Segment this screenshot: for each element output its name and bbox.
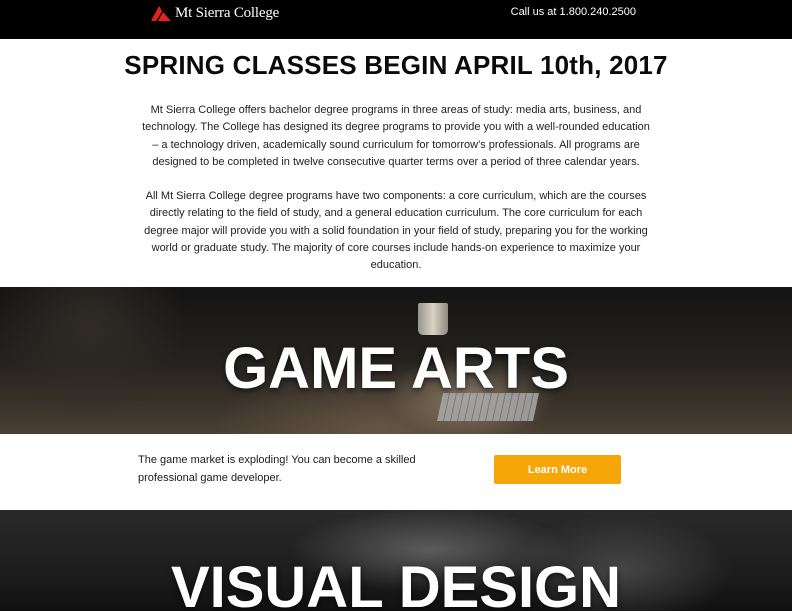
logo-text: Mt Sierra College <box>175 4 280 21</box>
phone-link[interactable]: Call us at 1.800.240.2500 <box>511 6 636 18</box>
intro-section: SPRING CLASSES BEGIN APRIL 10th, 2017 Mt… <box>0 39 792 287</box>
intro-paragraph-2: All Mt Sierra College degree programs ha… <box>144 190 648 272</box>
game-arts-title: GAME ARTS <box>223 336 569 401</box>
site-header: Mt Sierra College Call us at 1.800.240.2… <box>0 0 792 39</box>
game-arts-description: The game market is exploding! You can be… <box>138 454 416 484</box>
learn-more-button[interactable]: Learn More <box>494 455 621 484</box>
coffee-mug-image <box>418 303 448 335</box>
visual-design-banner: VISUAL DESIGN <box>0 510 792 611</box>
page-title: SPRING CLASSES BEGIN APRIL 10th, 2017 <box>124 50 668 80</box>
college-logo-link[interactable]: Mt Sierra College <box>151 4 279 22</box>
mountain-logo-icon <box>151 6 171 21</box>
visual-design-title: VISUAL DESIGN <box>170 555 622 612</box>
game-arts-banner: GAME ARTS <box>0 287 792 434</box>
intro-paragraph-1: Mt Sierra College offers bachelor degree… <box>142 104 650 168</box>
game-arts-cta: The game market is exploding! You can be… <box>0 434 792 510</box>
